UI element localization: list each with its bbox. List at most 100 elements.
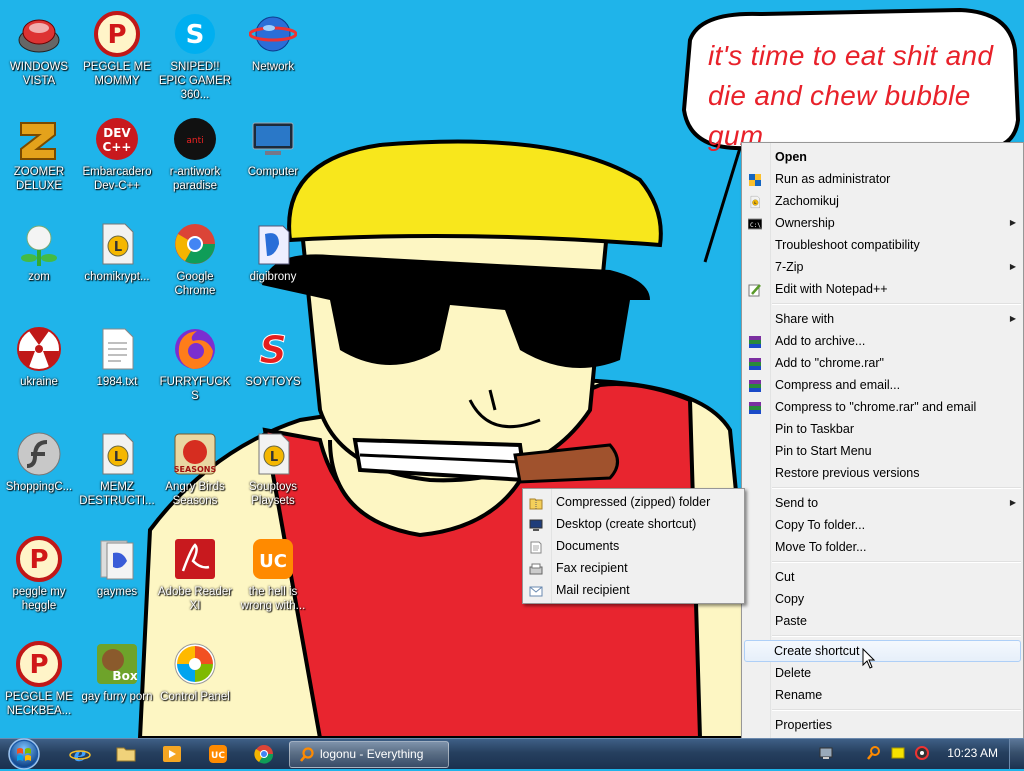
devcpp-icon: DEV C++ [93, 115, 141, 163]
desktop-icon[interactable]: P PEGGLE ME NECKBEA... [1, 634, 77, 718]
menu-item-send-to[interactable]: Send to ▶ [742, 492, 1023, 514]
menu-item-zachomikuj[interactable]: L Zachomikuj [742, 190, 1023, 212]
menu-item-share-with[interactable]: Share with ▶ [742, 308, 1023, 330]
menu-item-pin-to-start-menu[interactable]: Pin to Start Menu [742, 440, 1023, 462]
desktop-icon-label: r-antiwork paradise [169, 166, 221, 192]
menu-item-create-shortcut[interactable]: Create shortcut [744, 640, 1021, 662]
desktop-icon[interactable]: UC the hell is wrong with... [235, 529, 311, 613]
menu-item-documents[interactable]: Documents [523, 535, 744, 557]
desktop-icon[interactable]: Network [235, 4, 311, 74]
svg-text:S: S [186, 20, 205, 50]
menu-item-properties[interactable]: Properties [742, 714, 1023, 736]
desktop-icon[interactable]: ZOOMER DELUXE [1, 109, 77, 193]
menu-item-7-zip[interactable]: 7-Zip ▶ [742, 256, 1023, 278]
taskbar-pin-chrome[interactable] [246, 741, 282, 767]
menu-item-compressed-zipped-folder[interactable]: Compressed (zipped) folder [523, 491, 744, 513]
digibrony-icon [249, 220, 297, 268]
desktop-icon[interactable]: anti r-antiwork paradise [157, 109, 233, 193]
desktop-icon[interactable]: WINDOWS VISTA [1, 4, 77, 88]
desktop-icon[interactable]: FURRYFUCKS [157, 319, 233, 403]
search-tray-icon[interactable] [866, 745, 882, 761]
desktop-icon[interactable]: L Souptoys Playsets [235, 424, 311, 508]
volume-tray-icon[interactable] [914, 745, 930, 761]
menu-item-label: Mail recipient [556, 583, 630, 597]
network-icon [248, 10, 298, 58]
show-desktop-button[interactable] [1009, 739, 1024, 769]
desktop-icon-label: chomikrypt... [84, 271, 150, 283]
menu-item-add-to-chrome-rar[interactable]: Add to "chrome.rar" [742, 352, 1023, 374]
winrar-icon [748, 378, 762, 392]
menu-item-pin-to-taskbar[interactable]: Pin to Taskbar [742, 418, 1023, 440]
search-magnifier-icon [299, 747, 314, 762]
desktop-icon-label: ZOOMER DELUXE [13, 166, 65, 192]
zip-folder-icon [529, 495, 543, 510]
desktop-icon[interactable]: S SNIPED!! EPIC GAMER 360... [157, 4, 233, 102]
desktop-icon[interactable]: digibrony [235, 214, 311, 284]
menu-item-copy-to-folder[interactable]: Copy To folder... [742, 514, 1023, 536]
menu-item-troubleshoot-compatibility[interactable]: Troubleshoot compatibility [742, 234, 1023, 256]
desktop-icon[interactable]: zom [1, 214, 77, 284]
menu-item-fax-recipient[interactable]: Fax recipient [523, 557, 744, 579]
desktop-icon[interactable]: L MEMZ DESTRUCTI... [79, 424, 155, 508]
menu-item-ownership[interactable]: C:\ Ownership ▶ [742, 212, 1023, 234]
desktop-icon[interactable]: SEASONS Angry Birds Seasons [157, 424, 233, 508]
notification-tray-icon[interactable] [890, 745, 906, 761]
menu-item-compress-and-email[interactable]: Compress and email... [742, 374, 1023, 396]
start-button[interactable] [5, 736, 43, 771]
taskbar-pin-internet-explorer[interactable]: e [62, 741, 98, 767]
network-tray-icon[interactable] [818, 745, 834, 761]
peggle-icon: P [15, 640, 63, 688]
desktop-icon[interactable]: Box gay furry porn [79, 634, 155, 704]
desktop-icon[interactable]: Lchomikrypt... [79, 214, 155, 284]
menu-item-label: Cut [775, 570, 795, 584]
menu-item-rename[interactable]: Rename [742, 684, 1023, 706]
desktop-icon[interactable]: P PEGGLE ME MOMMY [79, 4, 155, 88]
menu-item-label: Paste [775, 614, 807, 628]
menu-item-edit-with-notepad[interactable]: Edit with Notepad++ [742, 278, 1023, 300]
desktop-icon[interactable]: Google Chrome [157, 214, 233, 298]
desktop-icon-label: Computer [247, 166, 299, 178]
speech-bubble-text: it's time to eat shit and die and chew b… [708, 40, 994, 151]
menu-item-compress-to-chrome-rar-and-email[interactable]: Compress to "chrome.rar" and email [742, 396, 1023, 418]
desktop-icon[interactable]: gaymes [79, 529, 155, 599]
taskbar-pin-media-player[interactable] [154, 741, 190, 767]
menu-item-move-to-folder[interactable]: Move To folder... [742, 536, 1023, 558]
taskbar-item-everything[interactable]: logonu - Everything [289, 741, 449, 768]
clock[interactable]: 10:23 AM [947, 746, 998, 760]
menu-item-desktop-create-shortcut[interactable]: Desktop (create shortcut) [523, 513, 744, 535]
desktop-icon[interactable]: Adobe Reader XI [157, 529, 233, 613]
menu-item-paste[interactable]: Paste [742, 610, 1023, 632]
desktop-icon[interactable]: Ppeggle my heggle [1, 529, 77, 613]
menu-item-label: 7-Zip [775, 260, 804, 274]
menu-item-label: Troubleshoot compatibility [775, 238, 920, 252]
taskbar-pin-explorer-folder[interactable] [108, 741, 144, 767]
desktop-icon[interactable]: S SOYTOYS [235, 319, 311, 389]
firefox-icon [171, 325, 219, 373]
desktop-icon[interactable]: DEV C++ Embarcadero Dev-C++ [79, 109, 155, 193]
menu-item-mail-recipient[interactable]: Mail recipient [523, 579, 744, 601]
winrar-icon [748, 356, 762, 370]
desktop-icon[interactable]: ukraine [1, 319, 77, 389]
desktop-icon-label: FURRYFUCKS [159, 376, 231, 402]
menu-item-add-to-archive[interactable]: Add to archive... [742, 330, 1023, 352]
send-to-submenu: Compressed (zipped) folder Desktop (creat… [522, 488, 745, 604]
svg-text:S: S [259, 328, 286, 372]
uc-browser-icon: UC [249, 535, 297, 583]
desktop-icon[interactable]: ShoppingC... [1, 424, 77, 494]
desktop-icon [529, 517, 543, 531]
menu-item-open[interactable]: Open [742, 146, 1023, 168]
desktop-icon[interactable]: Computer [235, 109, 311, 179]
desktop-icon[interactable]: 1984.txt [79, 319, 155, 389]
menu-item-copy[interactable]: Copy [742, 588, 1023, 610]
menu-item-run-as-administrator[interactable]: Run as administrator [742, 168, 1023, 190]
menu-item-cut[interactable]: Cut [742, 566, 1023, 588]
svg-text:SEASONS: SEASONS [174, 465, 217, 474]
menu-item-label: Copy [775, 592, 805, 606]
desktop-icon[interactable]: Control Panel [157, 634, 233, 704]
menu-item-delete[interactable]: Delete [742, 662, 1023, 684]
menu-item-label: Add to archive... [775, 334, 866, 348]
menu-item-restore-previous-versions[interactable]: Restore previous versions [742, 462, 1023, 484]
computer-icon [249, 115, 297, 163]
taskbar-pin-uc-browser[interactable]: UC [200, 741, 236, 767]
desktop-icon-label: Google Chrome [174, 271, 216, 297]
